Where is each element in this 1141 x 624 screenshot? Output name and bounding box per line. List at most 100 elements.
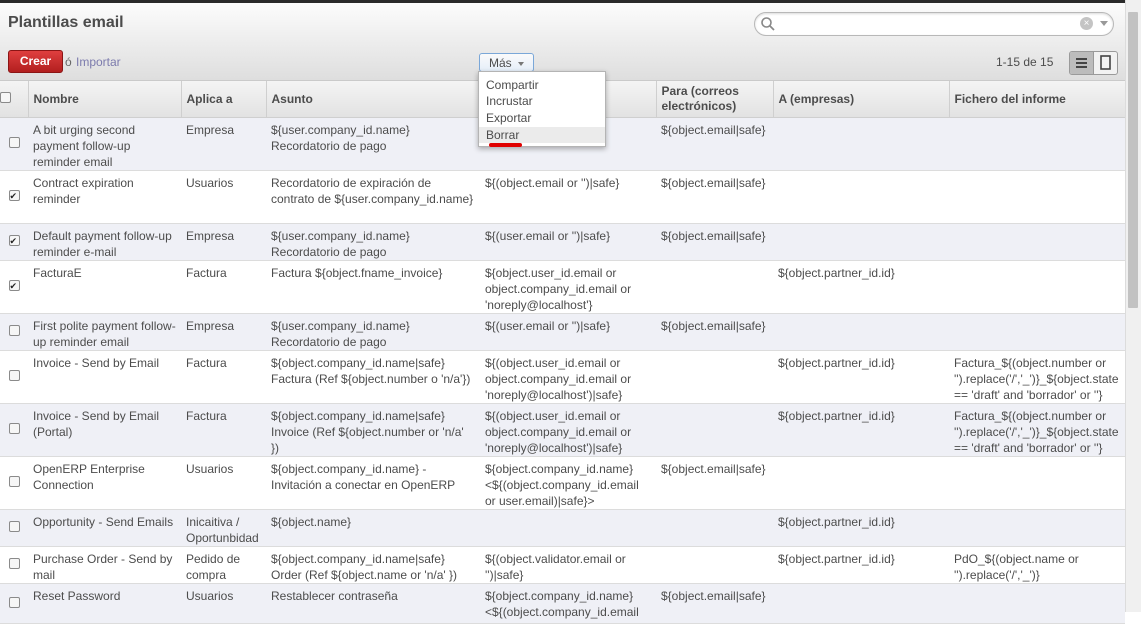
cell-empresas: ${object.partner_id.id}: [773, 260, 949, 314]
table-row[interactable]: First polite payment follow-up reminder …: [0, 313, 1125, 351]
menu-item-borrar[interactable]: Borrar: [479, 127, 605, 143]
row-checkbox-cell[interactable]: [0, 583, 28, 624]
clear-search-icon[interactable]: ×: [1080, 17, 1093, 30]
search-icon: [761, 17, 775, 31]
cell-asunto: ${object.name}: [266, 509, 480, 547]
cell-aplica: Factura: [181, 350, 266, 404]
select-all-checkbox[interactable]: [0, 91, 11, 103]
highlight-underline: [489, 143, 522, 147]
list-view-button[interactable]: [1070, 52, 1093, 74]
row-checkbox-cell[interactable]: [0, 546, 28, 584]
cell-aplica: Empresa: [181, 117, 266, 171]
row-checkbox[interactable]: [8, 137, 20, 148]
cell-asunto: ${user.company_id.name} Recordatorio de …: [266, 313, 480, 351]
cell-fichero: [949, 583, 1125, 624]
create-button[interactable]: Crear: [8, 50, 63, 73]
table-row[interactable]: OpenERP Enterprise Connection Usuarios ${o…: [0, 456, 1125, 510]
column-header-asunto[interactable]: Asunto: [266, 81, 481, 118]
cell-nombre: OpenERP Enterprise Connection: [28, 456, 181, 510]
column-header-fichero[interactable]: Fichero del informe: [949, 81, 1126, 118]
cell-aplica: Factura: [181, 403, 266, 457]
more-dropdown-menu: Compartir Incrustar Exportar Borrar: [478, 71, 606, 147]
row-checkbox[interactable]: [8, 233, 20, 249]
cell-aplica: Empresa: [181, 313, 266, 351]
cell-de: ${(object.validator.email or '')|safe}: [480, 546, 656, 584]
row-checkbox[interactable]: [8, 370, 20, 381]
cell-aplica: Usuarios: [181, 170, 266, 224]
cell-asunto: Recordatorio de expiración de contrato d…: [266, 170, 480, 224]
table-row[interactable]: Reset Password Usuarios Restablecer contra…: [0, 583, 1125, 624]
row-checkbox-cell[interactable]: [0, 350, 28, 404]
form-view-button[interactable]: [1093, 52, 1117, 74]
row-checkbox-cell[interactable]: [0, 509, 28, 547]
import-link[interactable]: Importar: [76, 55, 121, 69]
cell-aplica: Empresa: [181, 223, 266, 261]
cell-nombre: Invoice - Send by Email: [28, 350, 181, 404]
cell-empresas: ${object.partner_id.id}: [773, 350, 949, 404]
more-label: Más: [489, 56, 512, 70]
cell-de: ${(user.email or '')|safe}: [480, 313, 656, 351]
row-checkbox[interactable]: [8, 325, 20, 336]
row-checkbox-cell[interactable]: [0, 170, 28, 224]
cell-para: [656, 403, 773, 457]
search-input[interactable]: ×: [754, 12, 1114, 36]
row-checkbox-cell[interactable]: [0, 223, 28, 261]
row-checkbox-cell[interactable]: [0, 260, 28, 314]
cell-para: ${object.email|safe}: [656, 313, 773, 351]
cell-empresas: ${object.partner_id.id}: [773, 403, 949, 457]
cell-para: [656, 350, 773, 404]
cell-fichero: PdO_${(object.name or '').replace('/','_…: [949, 546, 1125, 584]
row-checkbox[interactable]: [8, 558, 20, 569]
scrollbar-thumb[interactable]: [1128, 12, 1138, 308]
column-header-para[interactable]: Para (correos electrónicos): [656, 81, 774, 118]
menu-item-compartir[interactable]: Compartir: [479, 77, 605, 93]
row-checkbox[interactable]: [8, 188, 20, 204]
table-row[interactable]: Invoice - Send by Email Factura ${object.c…: [0, 350, 1125, 404]
row-checkbox[interactable]: [8, 521, 20, 532]
row-checkbox[interactable]: [8, 476, 20, 487]
row-checkbox-cell[interactable]: [0, 313, 28, 351]
menu-item-exportar[interactable]: Exportar: [479, 110, 605, 126]
table-row[interactable]: Contract expiration reminderUsuariosReco…: [0, 170, 1125, 224]
row-checkbox[interactable]: [8, 278, 20, 294]
or-label: ó: [65, 55, 72, 69]
select-all-checkbox-cell[interactable]: [0, 81, 29, 118]
cell-fichero: [949, 117, 1125, 171]
table-row[interactable]: Default payment follow-up reminder e-mai…: [0, 223, 1125, 261]
table-row[interactable]: Invoice - Send by Email (Portal) Factura $…: [0, 403, 1125, 457]
cell-aplica: Usuarios: [181, 456, 266, 510]
cell-asunto: ${object.company_id.name} - Invitación a…: [266, 456, 480, 510]
cell-asunto: ${user.company_id.name} Recordatorio de …: [266, 223, 480, 261]
row-checkbox-cell[interactable]: [0, 456, 28, 510]
row-checkbox[interactable]: [8, 423, 20, 434]
cell-empresas: ${object.partner_id.id}: [773, 546, 949, 584]
cell-nombre: Contract expiration reminder: [28, 170, 181, 224]
row-checkbox[interactable]: [8, 596, 20, 608]
menu-item-incrustar[interactable]: Incrustar: [479, 93, 605, 109]
cell-fichero: [949, 170, 1125, 224]
row-checkbox-cell[interactable]: [0, 403, 28, 457]
cell-fichero: [949, 223, 1125, 261]
column-header-aplica-a[interactable]: Aplica a: [181, 81, 267, 118]
table-row[interactable]: Purchase Order - Send by mail Pedido de c…: [0, 546, 1125, 584]
vertical-scrollbar[interactable]: [1125, 0, 1141, 612]
cell-empresas: [773, 170, 949, 224]
cell-asunto: ${object.company_id.name|safe} Factura (…: [266, 350, 480, 404]
table-row[interactable]: FacturaEFacturaFactura ${object.fname_in…: [0, 260, 1125, 314]
column-header-nombre[interactable]: Nombre: [28, 81, 182, 118]
cell-asunto: ${user.company_id.name} Recordatorio de …: [266, 117, 480, 171]
cell-para: [656, 509, 773, 547]
row-checkbox-cell[interactable]: [0, 117, 28, 171]
cell-fichero: [949, 456, 1125, 510]
more-dropdown-button[interactable]: Más: [479, 53, 534, 72]
pager-value[interactable]: 1-15 de 15: [996, 55, 1053, 69]
cell-fichero: [949, 509, 1125, 547]
cell-de: ${object.company_id.name} <${(object.com…: [480, 583, 656, 624]
table-row[interactable]: Opportunity - Send Emails Inicaitiva / Op…: [0, 509, 1125, 547]
cell-de: [480, 509, 656, 547]
cell-de: ${(object.user_id.email or object.compan…: [480, 403, 656, 457]
cell-para: ${object.email|safe}: [656, 583, 773, 624]
column-header-a-empresas[interactable]: A (empresas): [773, 81, 950, 118]
cell-para: ${object.email|safe}: [656, 170, 773, 224]
search-options-chevron-icon[interactable]: [1100, 21, 1108, 26]
